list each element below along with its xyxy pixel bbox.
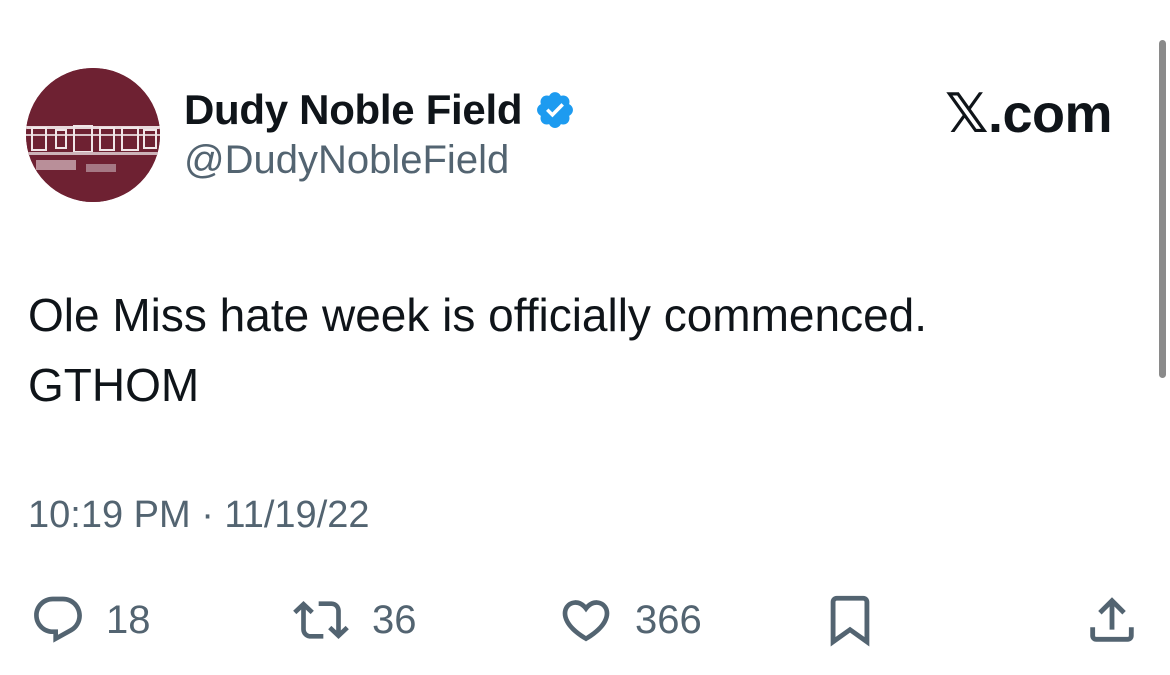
display-name[interactable]: Dudy Noble Field: [184, 86, 523, 134]
heart-icon: [562, 600, 610, 642]
x-logo: 𝕏.com: [944, 84, 1113, 144]
share-icon: [1090, 597, 1134, 642]
scrollbar[interactable]: [1159, 40, 1166, 378]
bookmark-icon: [830, 595, 870, 647]
author-handle[interactable]: @DudyNobleField: [184, 138, 509, 183]
like-count: 366: [635, 597, 702, 642]
retweet-button[interactable]: 36: [288, 592, 417, 648]
like-button[interactable]: 366: [555, 592, 702, 648]
avatar[interactable]: [26, 68, 160, 202]
reply-icon: [34, 596, 82, 643]
tweet-text: Ole Miss hate week is officially commenc…: [28, 289, 928, 411]
bookmark-button[interactable]: [820, 592, 880, 648]
tweet-timestamp[interactable]: 10:19 PM · 11/19/22: [28, 494, 370, 537]
author-name-row: Dudy Noble Field: [184, 84, 576, 136]
reply-count: 18: [106, 597, 151, 642]
share-button[interactable]: [1082, 592, 1142, 648]
retweet-count: 36: [372, 597, 417, 642]
stadium-image: [26, 68, 160, 202]
retweet-icon: [293, 601, 349, 639]
reply-button[interactable]: 18: [28, 592, 151, 648]
verified-badge-icon: [534, 89, 576, 131]
